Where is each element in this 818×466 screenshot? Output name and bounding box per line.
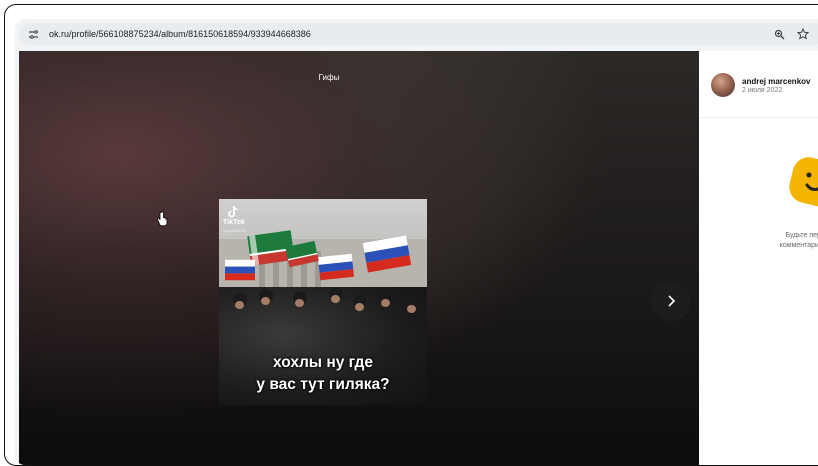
gif-media[interactable]: TikTok @user98234 хохлы ну где у вас тут… — [219, 199, 427, 405]
next-photo-button[interactable] — [651, 281, 691, 321]
empty-comments-line2: комментарий к это — [779, 242, 818, 249]
browser-window: ok.ru/profile/566108875234/album/8161506… — [15, 19, 818, 465]
divider — [699, 117, 818, 118]
comments-sidebar: andrej marcenkov 2 июля 2022 Будьте перв… — [699, 51, 818, 465]
tiktok-logo-icon — [228, 205, 238, 218]
flag-tricolor-3 — [225, 259, 255, 281]
empty-comments-text: Будьте первым комментарий к это — [745, 231, 818, 251]
avatar[interactable] — [711, 73, 735, 97]
hand-cursor-icon — [157, 211, 168, 227]
author-name[interactable]: andrej marcenkov — [742, 77, 810, 86]
photo-viewer: Гифы TikTok @user98234 хохлы ну где у ва… — [19, 51, 818, 465]
tiktok-handle: @user98234 — [223, 228, 246, 233]
media-area: Гифы TikTok @user98234 хохлы ну где у ва… — [19, 51, 699, 465]
gif-caption-line2: у вас тут гиляка? — [256, 376, 390, 393]
empty-comments-line1: Будьте первым — [785, 232, 818, 239]
post-author[interactable]: andrej marcenkov 2 июля 2022 — [711, 73, 810, 97]
chevron-right-icon — [668, 295, 676, 307]
post-date: 2 июля 2022 — [742, 86, 783, 94]
smiley-emoji-icon — [789, 157, 818, 207]
tiktok-watermark: TikTok — [223, 219, 245, 226]
gif-caption-line1: хохлы ну где — [273, 354, 373, 371]
album-title[interactable]: Гифы — [19, 73, 639, 82]
url-text[interactable]: ok.ru/profile/566108875234/album/8161506… — [49, 29, 311, 39]
flag-tricolor-2 — [317, 253, 355, 281]
address-bar[interactable]: ok.ru/profile/566108875234/album/8161506… — [19, 23, 818, 45]
window-frame: ok.ru/profile/566108875234/album/8161506… — [4, 4, 818, 466]
star-icon[interactable] — [795, 26, 811, 42]
site-info-icon[interactable] — [25, 26, 41, 42]
zoom-icon[interactable] — [771, 26, 787, 42]
